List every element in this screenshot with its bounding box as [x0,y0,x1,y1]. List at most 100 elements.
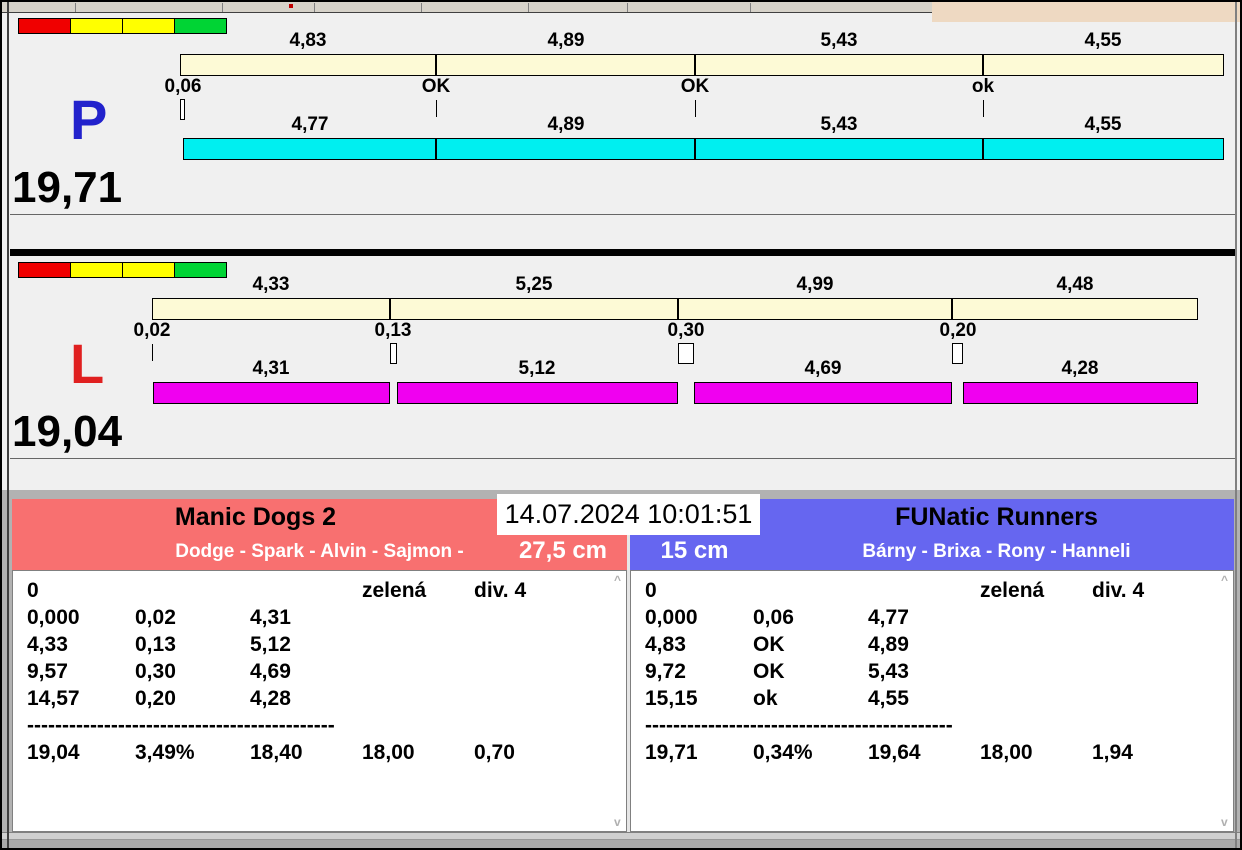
traffic-lights [18,262,227,278]
traffic-light [174,262,227,278]
table-row: 19,71 0,34% 19,64 18,00 1,94 [645,741,1213,768]
split-time-label: 4,48 [1056,274,1094,295]
split-segment [952,298,1198,320]
changeover-box [952,343,963,364]
split-time-label: 4,89 [547,30,585,51]
table-cell: 18,00 [362,741,415,764]
strip-tick [528,3,529,12]
table-cell: 14,57 [27,687,80,710]
traffic-lights [18,18,227,34]
traffic-light [174,18,227,34]
lane-total-time-right: 19,71 [12,163,123,212]
split-segment [436,54,695,76]
split-segment [983,54,1224,76]
split-segment [152,298,390,320]
table-cell: 0 [27,579,39,602]
split-segment [180,54,436,76]
table-cell: 0,30 [135,660,176,683]
table-cell: 0,20 [135,687,176,710]
table-cell: 3,49% [135,741,195,764]
table-row: 4,83 OK 4,89 [645,633,1213,660]
results-region: Manic Dogs 2 Dodge - Spark - Alvin - Saj… [2,490,1240,848]
table-row: 15,15 ok 4,55 [645,687,1213,714]
table-cell: 0 [645,579,657,602]
changeover-tick [436,100,437,117]
split-time-label: 4,31 [252,358,290,379]
results-box-left[interactable]: 0 zelená div. 4 0,000 0,02 4,31 4,33 0,13 5,12 9,… [12,570,627,832]
changeover-tick [983,100,984,117]
table-cell: 9,72 [645,660,686,683]
table-cell: 0,70 [474,741,515,764]
table-cell: 0,02 [135,606,176,629]
table-cell: 15,15 [645,687,698,710]
changeover-tick [152,344,153,361]
table-cell: 4,77 [868,606,909,629]
table-cell: 9,57 [27,660,68,683]
split-segment [963,382,1198,404]
lane-total-time-left: 19,04 [12,407,123,456]
table-row: 0,000 0,02 4,31 [27,606,606,633]
table-cell: 4,89 [868,633,909,656]
jump-height-right: 15 cm [660,537,729,564]
split-time-label: 4,55 [1084,30,1122,51]
lane-underline [10,458,1236,459]
table-row: 0 zelená div. 4 [27,579,606,606]
table-cell: 19,71 [645,741,698,764]
table-cell: 0,000 [645,606,698,629]
scrollbar[interactable]: ^ v [610,571,626,831]
strip-tick [314,3,315,12]
split-time-label: 0,02 [133,320,171,341]
scroll-up-icon[interactable]: ^ [1221,574,1228,586]
table-cell: 4,31 [250,606,291,629]
split-segment [397,382,678,404]
table-row: 9,72 OK 5,43 [645,660,1213,687]
table-divider: ----------------------------------------… [645,714,953,737]
scrollbar[interactable]: ^ v [1217,571,1233,831]
team-name-left: Manic Dogs 2 [174,503,337,531]
split-time-label: 5,43 [820,114,858,135]
split-segment [183,138,436,160]
table-cell: 0,34% [753,741,813,764]
section-divider [10,249,1236,256]
split-segment [678,298,952,320]
traffic-light [122,262,175,278]
split-segment [695,54,983,76]
window-left-edge [7,2,9,848]
table-cell: div. 4 [1092,579,1145,602]
datetime-display: 14.07.2024 10:01:51 [497,494,760,535]
app-window: 4,83 4,89 5,43 4,55 0,06 OK OK ok 4,77 4,89 5,43 4,… [0,0,1242,850]
strip-tick [421,3,422,12]
results-box-right[interactable]: 0 zelená div. 4 0,000 0,06 4,77 4,83 OK 4,89 9,72… [630,570,1234,832]
table-cell: 0,13 [135,633,176,656]
table-divider: ----------------------------------------… [27,714,335,737]
strip-red-dot [289,4,293,8]
window-right-edge [1235,2,1237,848]
split-time-label: 4,99 [796,274,834,295]
split-time-label: 4,33 [252,274,290,295]
split-time-label: 0,20 [939,320,977,341]
scroll-down-icon[interactable]: v [1221,816,1228,828]
table-cell: OK [753,633,785,656]
table-row: 0 zelená div. 4 [645,579,1213,606]
traffic-light [122,18,175,34]
split-segment [695,138,983,160]
table-row: 0,000 0,06 4,77 [645,606,1213,633]
table-cell: OK [753,660,785,683]
split-time-label: 0,13 [374,320,412,341]
team-name-right: FUNatic Runners [895,503,1098,531]
split-time-label: OK [680,76,710,97]
scroll-up-icon[interactable]: ^ [614,574,621,586]
table-row: 4,33 0,13 5,12 [27,633,606,660]
changeover-box [390,343,397,364]
table-cell: 4,55 [868,687,909,710]
changeover-box [678,343,694,364]
split-time-label: 5,25 [515,274,553,295]
results-table-left: 0 zelená div. 4 0,000 0,02 4,31 4,33 0,13 5,12 9,… [27,579,606,768]
window-top-strip [2,2,932,13]
split-time-label: 4,83 [289,30,327,51]
traffic-light [18,262,71,278]
split-time-label: 5,12 [518,358,556,379]
table-cell: 19,04 [27,741,80,764]
strip-tick [750,3,751,12]
scroll-down-icon[interactable]: v [614,816,621,828]
